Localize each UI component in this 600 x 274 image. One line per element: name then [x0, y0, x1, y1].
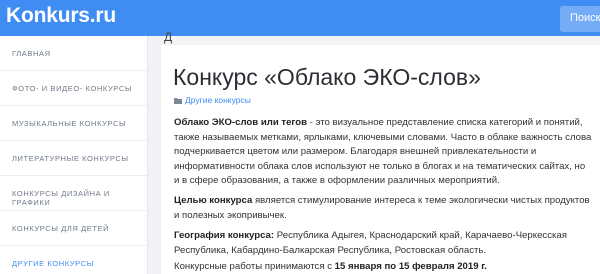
sidebar-item-kids[interactable]: КОНКУРСЫ ДЛЯ ДЕТЕЙ	[0, 211, 147, 246]
top-navbar: Konkurs.ru Поиск	[0, 0, 600, 36]
paragraph-text: Конкурсные работы принимаются с	[174, 261, 335, 272]
folder-icon	[174, 98, 182, 104]
search-placeholder: Поиск	[570, 12, 600, 24]
paragraph-bold: Целью конкурса	[174, 195, 253, 206]
search-input[interactable]: Поиск	[560, 6, 600, 32]
article-paragraph-geography: География конкурса: Республика Адыгея, К…	[174, 229, 592, 258]
sidebar-item-home[interactable]: ГЛАВНАЯ	[0, 36, 147, 71]
sidebar-item-label: ГЛАВНАЯ	[12, 49, 51, 58]
article-paragraph-goal: Целью конкурса является стимулирование и…	[174, 194, 592, 223]
page-title: Конкурс «Облако ЭКО-слов»	[173, 64, 481, 90]
sidebar-item-label: МУЗЫКАЛЬНЫЕ КОНКУРСЫ	[12, 119, 127, 128]
paragraph-bold: География конкурса:	[174, 230, 275, 241]
sidebar-item-photo-video[interactable]: ФОТО- И ВИДЕО- КОНКУРСЫ	[0, 71, 147, 106]
sidebar-item-literature[interactable]: ЛИТЕРАТУРНЫЕ КОНКУРСЫ	[0, 141, 147, 176]
sidebar-item-label: ФОТО- И ВИДЕО- КОНКУРСЫ	[12, 84, 133, 93]
sidebar-nav: ГЛАВНАЯ ФОТО- И ВИДЕО- КОНКУРСЫ МУЗЫКАЛЬ…	[0, 36, 148, 274]
sidebar-item-other[interactable]: ДРУГИЕ КОНКУРСЫ	[0, 246, 147, 274]
article-paragraph-dates: Конкурсные работы принимаются с 15 январ…	[174, 260, 592, 274]
sidebar-item-label: ЛИТЕРАТУРНЫЕ КОНКУРСЫ	[12, 154, 129, 163]
sidebar-item-design[interactable]: КОНКУРСЫ ДИЗАЙНА И ГРАФИКИ	[0, 176, 147, 211]
sidebar-item-label: КОНКУРСЫ ДЛЯ ДЕТЕЙ	[12, 224, 110, 233]
paragraph-bold: 15 января по 15 февраля 2019 г.	[334, 261, 487, 272]
category-link[interactable]: Другие конкурсы	[185, 95, 251, 105]
site-logo[interactable]: Konkurs.ru	[6, 4, 116, 28]
sidebar-item-music[interactable]: МУЗЫКАЛЬНЫЕ КОНКУРСЫ	[0, 106, 147, 141]
sidebar-item-label: КОНКУРСЫ ДИЗАЙНА И ГРАФИКИ	[12, 189, 110, 207]
article-paragraph-intro: Облако ЭКО-слов или тегов - это визуальн…	[174, 116, 592, 189]
breadcrumb: Д	[164, 30, 173, 44]
sidebar-item-label: ДРУГИЕ КОНКУРСЫ	[12, 259, 94, 268]
paragraph-bold: Облако ЭКО-слов или тегов	[174, 117, 308, 128]
